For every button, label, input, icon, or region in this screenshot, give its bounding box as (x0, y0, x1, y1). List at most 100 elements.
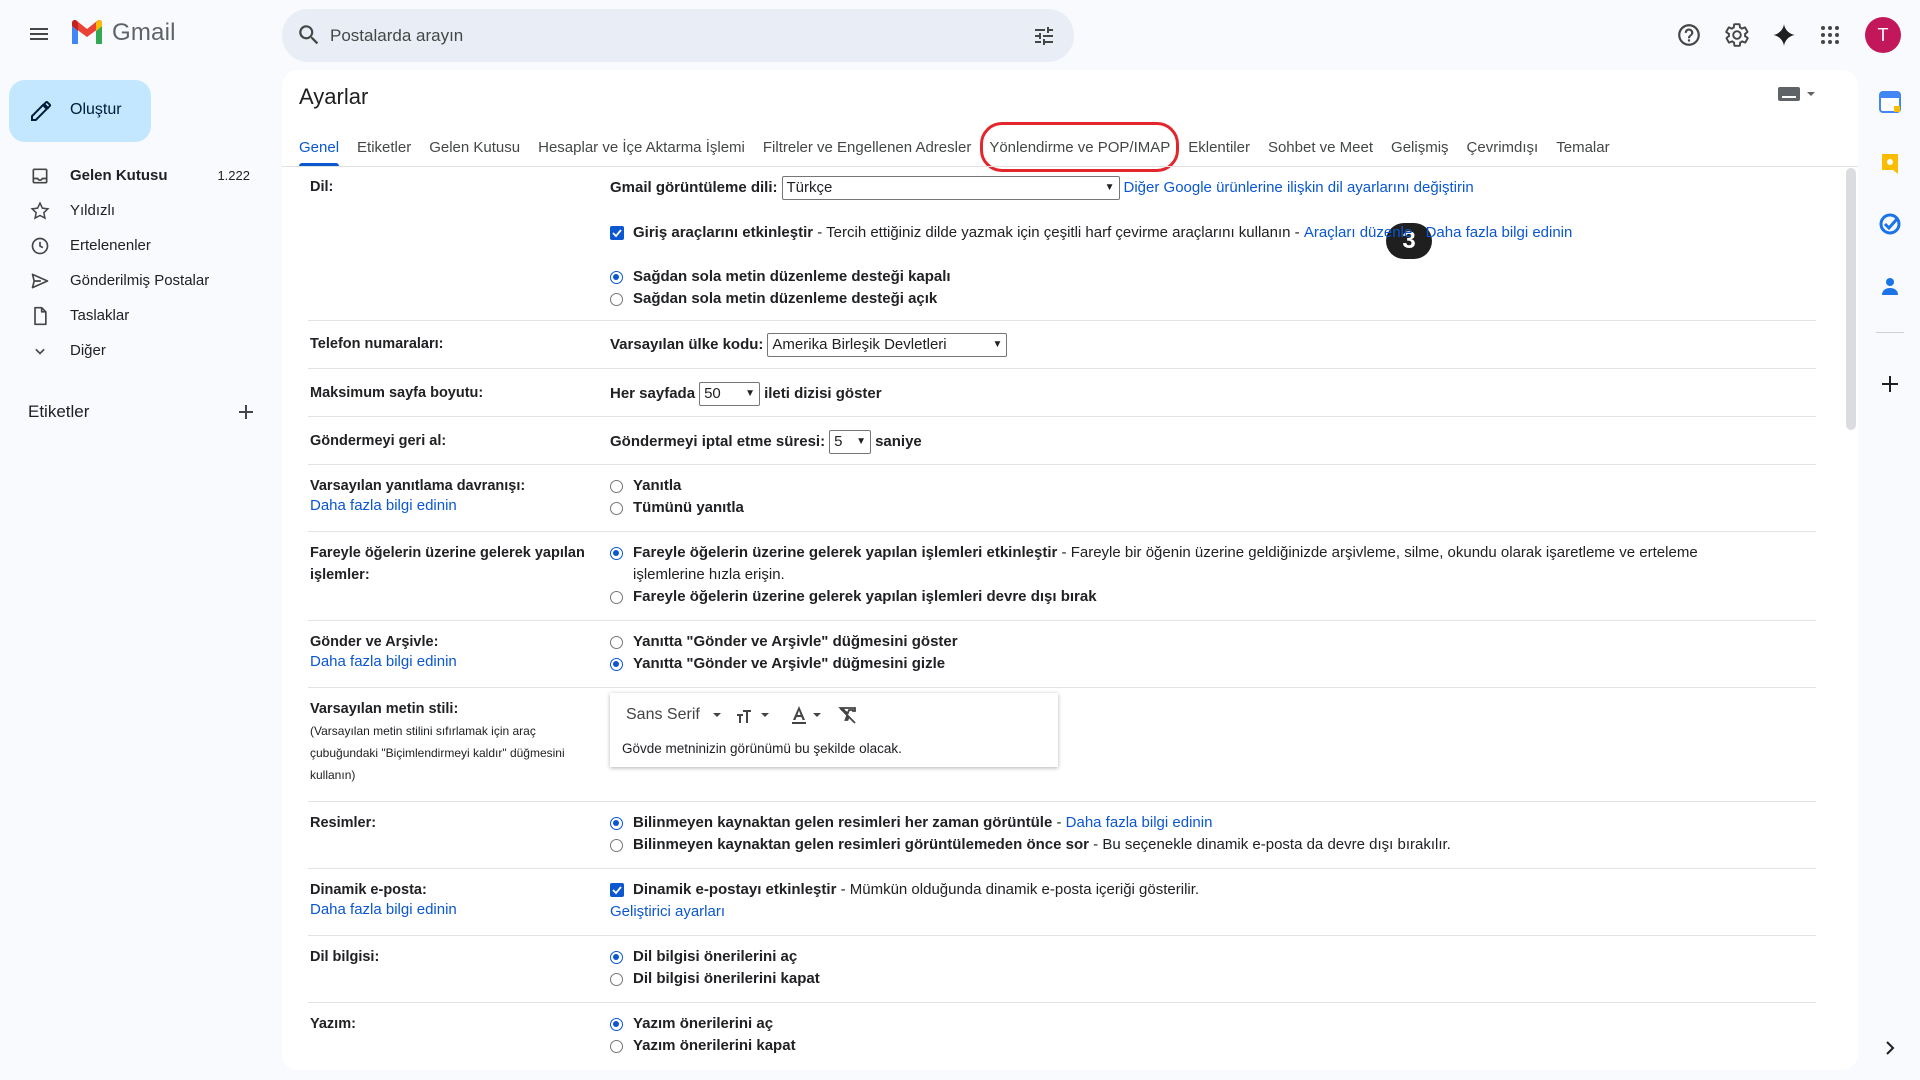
row-label: Telefon numaraları: (310, 336, 444, 352)
ask-images-radio[interactable] (610, 838, 623, 852)
learn-more-link[interactable]: Daha fazla bilgi edinin (1426, 222, 1573, 244)
contacts-app-button[interactable] (1874, 270, 1906, 302)
row-sublabel: çubuğundaki "Biçimlendirmeyi kaldır" düğ… (310, 746, 565, 760)
learn-more-link[interactable]: Daha fazla bilgi edinin (1066, 812, 1213, 834)
tab-chat-meet[interactable]: Sohbet ve Meet (1259, 128, 1382, 166)
font-size-icon[interactable] (736, 706, 758, 724)
apps-button[interactable] (1812, 17, 1848, 53)
hide-side-panel-button[interactable] (1874, 1032, 1906, 1064)
sidebar-item-drafts[interactable]: Taslaklar (0, 298, 262, 333)
rtl-off-radio[interactable] (610, 270, 623, 284)
sparkle-icon (1773, 24, 1795, 46)
caret-down-icon[interactable] (760, 710, 770, 720)
select-value: 50 (704, 385, 721, 402)
draft-icon (34, 306, 47, 325)
caret-down-icon[interactable] (712, 710, 722, 720)
sidebar-item-inbox[interactable]: Gelen Kutusu 1.222 (0, 158, 262, 193)
reply-label: Yanıtla (633, 477, 682, 494)
scrollbar-thumb[interactable] (1846, 168, 1856, 430)
input-tools-checkbox[interactable] (610, 226, 624, 240)
hover-enable-desc-cont: işlemlerine hızla erişin. (633, 566, 785, 583)
account-avatar[interactable]: T (1865, 17, 1901, 53)
tasks-app-button[interactable] (1874, 208, 1906, 240)
row-sublabel: (Varsayılan metin stilini sıfırlamak içi… (310, 724, 536, 738)
always-show-images-label: Bilinmeyen kaynaktan gelen resimleri her… (633, 814, 1053, 831)
settings-button[interactable] (1719, 17, 1755, 53)
sidebar-item-starred[interactable]: Yıldızlı (0, 193, 262, 228)
tab-forwarding-pop-imap[interactable]: Yönlendirme ve POP/IMAP (980, 122, 1180, 172)
support-button[interactable] (1671, 17, 1707, 53)
sidebar-item-snoozed[interactable]: Ertelenenler (0, 228, 262, 263)
sidebar-item-sent[interactable]: Gönderilmiş Postalar (0, 263, 262, 298)
hover-enable-radio[interactable] (610, 546, 623, 560)
row-label: Dinamik e-posta: (310, 882, 427, 898)
compose-button[interactable]: Oluştur (9, 80, 151, 142)
undo-send-select[interactable]: 5 ▼ (829, 430, 872, 454)
tab-addons[interactable]: Eklentiler (1179, 128, 1259, 166)
country-code-select[interactable]: Amerika Birleşik Devletleri ▼ (767, 333, 1008, 357)
tab-offline[interactable]: Çevrimdışı (1458, 128, 1548, 166)
spelling-on-label: Yazım önerilerini aç (633, 1015, 774, 1032)
search-icon[interactable] (296, 22, 322, 48)
developer-settings-link[interactable]: Geliştirici ayarları (610, 901, 725, 923)
gemini-button[interactable] (1766, 17, 1802, 53)
text-color-icon[interactable] (790, 705, 808, 725)
sidebar-item-label: Diğer (70, 342, 106, 359)
inbox-icon (32, 168, 48, 183)
always-show-images-radio[interactable] (610, 816, 623, 830)
grammar-on-radio[interactable] (610, 950, 623, 964)
row-hover-actions: Fareyle öğelerin üzerine gelerek yapılan… (308, 532, 1816, 621)
spelling-on-radio[interactable] (610, 1017, 623, 1031)
spelling-off-radio[interactable] (610, 1039, 623, 1053)
undo-send-prefix: Göndermeyi iptal etme süresi: (610, 433, 826, 450)
show-send-archive-radio[interactable] (610, 635, 623, 649)
gmail-m-icon (72, 20, 102, 44)
keep-app-button[interactable] (1874, 148, 1906, 180)
input-tools-toggle[interactable] (1778, 87, 1816, 101)
tab-filters[interactable]: Filtreler ve Engellenen Adresler (754, 128, 980, 166)
add-addon-button[interactable] (1874, 368, 1906, 400)
search-options-icon[interactable] (1032, 24, 1056, 48)
caret-down-icon[interactable] (812, 710, 822, 720)
learn-more-link[interactable]: Daha fazla bilgi edinin (310, 497, 457, 514)
sidebar-item-more[interactable]: Diğer (0, 333, 262, 368)
row-label: Resimler: (310, 815, 377, 831)
hide-send-archive-radio[interactable] (610, 657, 623, 671)
reply-radio[interactable] (610, 479, 623, 493)
font-family-select[interactable]: Sans Serif (626, 706, 700, 724)
country-code-label: Varsayılan ülke kodu: (610, 336, 764, 353)
display-language-select[interactable]: Türkçe ▼ (781, 176, 1120, 200)
page-size-select[interactable]: 50 ▼ (699, 382, 761, 406)
other-language-link[interactable]: Diğer Google ürünlerine ilişkin dil ayar… (1124, 177, 1474, 199)
clear-formatting-icon[interactable] (837, 705, 858, 725)
scrollbar[interactable] (1846, 168, 1856, 1068)
row-label: Dil: (310, 179, 334, 195)
grammar-off-radio[interactable] (610, 972, 623, 986)
grammar-off-label: Dil bilgisi önerilerini kapat (633, 970, 820, 987)
learn-more-link[interactable]: Daha fazla bilgi edinin (310, 901, 457, 918)
gmail-wordmark: Gmail (112, 19, 176, 46)
calendar-app-button[interactable] (1874, 86, 1906, 118)
main-menu-button[interactable] (21, 16, 57, 52)
tab-inbox[interactable]: Gelen Kutusu (420, 128, 529, 166)
add-label-icon[interactable] (234, 400, 258, 424)
search-bar[interactable] (282, 9, 1074, 62)
tab-labels[interactable]: Etiketler (348, 128, 420, 166)
hover-disable-radio[interactable] (610, 590, 623, 604)
tab-themes[interactable]: Temalar (1547, 128, 1618, 166)
input-tools-label: Giriş araçlarını etkinleştir (633, 224, 814, 241)
chevron-down-icon: ▼ (1104, 182, 1115, 193)
tab-accounts[interactable]: Hesaplar ve İçe Aktarma İşlemi (529, 128, 754, 166)
row-label: Maksimum sayfa boyutu: (310, 385, 484, 401)
dynamic-email-desc: - Mümkün olduğunda dinamik e-posta içeri… (836, 881, 1200, 898)
dynamic-email-checkbox[interactable] (610, 883, 624, 897)
rtl-on-radio[interactable] (610, 292, 623, 306)
tab-general[interactable]: Genel (290, 128, 348, 166)
hide-send-archive-label: Yanıtta "Gönder ve Arşivle" düğmesini gi… (633, 655, 946, 672)
learn-more-link[interactable]: Daha fazla bilgi edinin (310, 653, 457, 670)
search-input[interactable] (330, 19, 980, 53)
edit-tools-link[interactable]: Araçları düzenle (1304, 222, 1412, 244)
tab-advanced[interactable]: Gelişmiş (1382, 128, 1458, 166)
reply-all-radio[interactable] (610, 501, 623, 515)
gmail-logo[interactable]: Gmail (70, 19, 176, 47)
